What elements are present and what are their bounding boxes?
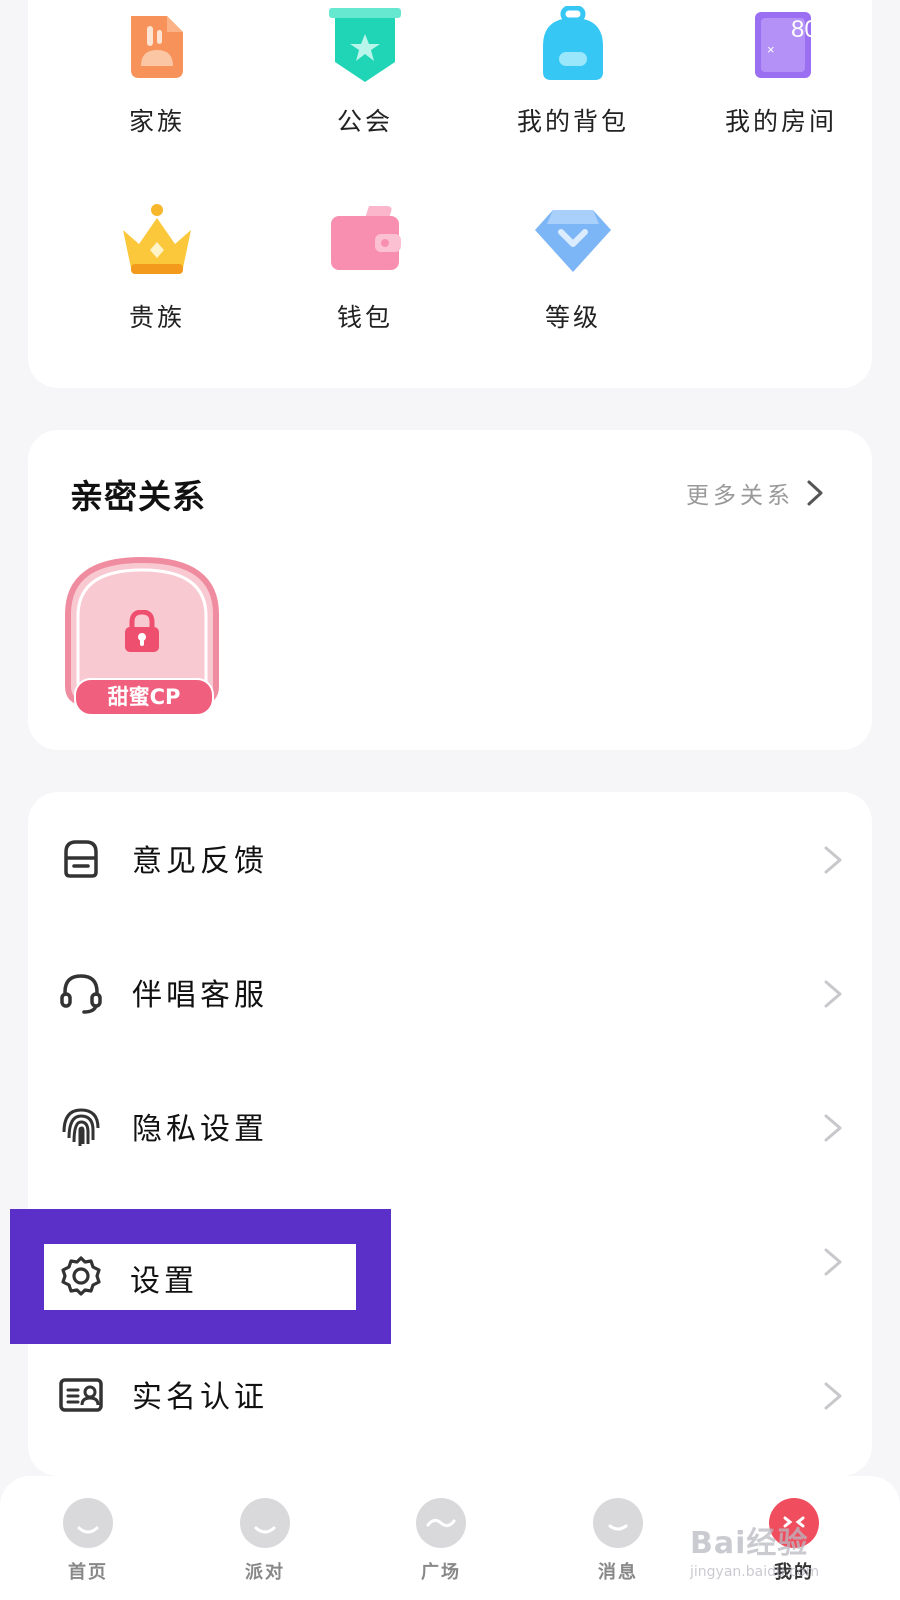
feature-label: 家族 <box>128 107 185 136</box>
chevron-right-icon <box>824 1248 842 1276</box>
tab-label: 广场 <box>421 1562 461 1583</box>
tab-messages[interactable]: 消息 <box>558 1498 678 1584</box>
tab-label: 派对 <box>245 1562 285 1583</box>
menu-row-customer-service[interactable]: 伴唱客服 <box>28 926 872 1061</box>
cp-slot-label: 甜蜜CP <box>74 678 214 716</box>
intimacy-card: 亲密关系 更多关系 甜蜜CP <box>28 430 872 750</box>
menu-row-feedback[interactable]: 意见反馈 <box>28 792 872 927</box>
crown-icon <box>117 202 197 282</box>
family-icon <box>117 6 197 86</box>
chevron-right-icon <box>824 1114 842 1142</box>
tab-square[interactable]: 广场 <box>381 1498 501 1584</box>
party-icon <box>240 1498 290 1548</box>
baidu-jingyan-watermark: Bai经验 jingyan.baidu.com <box>690 1524 819 1581</box>
more-relations-label: 更多关系 <box>686 483 794 509</box>
feature-label: 贵族 <box>128 303 185 332</box>
feature-label: 钱包 <box>336 303 393 332</box>
tab-party[interactable]: 派对 <box>205 1498 325 1584</box>
more-relations-link[interactable]: 更多关系 <box>686 476 824 510</box>
feature-wallet[interactable]: 钱包 <box>280 202 450 334</box>
watermark-line1: Bai经验 <box>690 1526 809 1561</box>
feature-family[interactable]: 家族 <box>72 6 242 138</box>
feature-label: 等级 <box>544 303 601 332</box>
tab-label: 消息 <box>598 1562 638 1583</box>
feature-grid-card: 家族 公会 我的背包 × 80 我的房间 贵族 钱包 等级 <box>28 0 872 388</box>
wallet-icon <box>325 202 405 282</box>
lock-icon <box>125 610 159 652</box>
menu-label: 实名认证 <box>132 1380 268 1415</box>
feature-level[interactable]: 等级 <box>488 202 658 334</box>
svg-text:×: × <box>767 42 775 57</box>
id-card-icon <box>59 1378 103 1412</box>
tab-label: 首页 <box>68 1562 108 1583</box>
feature-label: 公会 <box>336 107 393 136</box>
guild-badge-icon <box>325 6 405 86</box>
intimacy-title: 亲密关系 <box>70 477 206 516</box>
watermark-line2: jingyan.baidu.com <box>690 1564 820 1580</box>
feature-label: 我的房间 <box>724 107 837 136</box>
tab-home[interactable]: 首页 <box>28 1498 148 1584</box>
menu-card: 意见反馈 伴唱客服 隐私设置 实名认证 <box>28 792 872 1476</box>
room-icon: × 80 <box>741 6 821 86</box>
diamond-level-icon <box>533 202 613 282</box>
feature-room[interactable]: × 80 我的房间 <box>696 6 866 138</box>
feature-backpack[interactable]: 我的背包 <box>488 5 658 138</box>
home-face-icon <box>63 1498 113 1548</box>
menu-row-privacy[interactable]: 隐私设置 <box>28 1060 872 1195</box>
feedback-icon <box>64 840 98 878</box>
sweet-cp-slot[interactable]: 甜蜜CP <box>64 554 220 716</box>
gear-icon <box>61 1256 101 1296</box>
message-bubble-icon <box>593 1498 643 1548</box>
headset-icon <box>60 974 102 1014</box>
menu-label: 伴唱客服 <box>132 978 268 1013</box>
chevron-right-icon <box>824 980 842 1008</box>
square-wave-icon <box>416 1498 466 1548</box>
fingerprint-icon <box>62 1108 100 1146</box>
feature-label: 我的背包 <box>516 107 629 136</box>
settings-highlight-area[interactable]: 设置 <box>44 1244 356 1310</box>
backpack-icon <box>533 5 613 86</box>
menu-label-settings: 设置 <box>130 1264 198 1299</box>
menu-row-real-name[interactable]: 实名认证 <box>28 1328 872 1463</box>
feature-nobility[interactable]: 贵族 <box>72 202 242 334</box>
chevron-right-icon <box>824 846 842 874</box>
chevron-right-icon <box>824 1382 842 1410</box>
menu-label: 隐私设置 <box>132 1112 268 1147</box>
chevron-right-icon <box>807 480 823 506</box>
feature-guild[interactable]: 公会 <box>280 6 450 138</box>
menu-label: 意见反馈 <box>132 844 268 879</box>
room-badge: 80 <box>791 16 818 43</box>
